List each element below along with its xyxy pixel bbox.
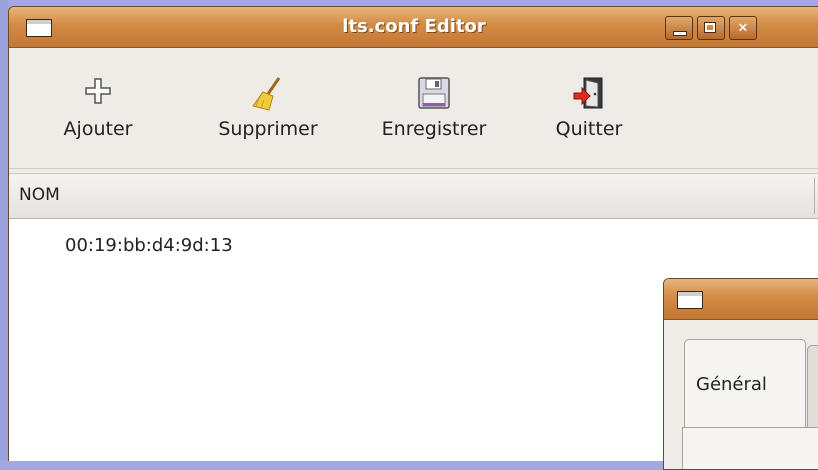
tab-next[interactable] xyxy=(807,345,818,429)
desktop-background xyxy=(0,0,8,460)
quit-label: Quitter xyxy=(555,118,623,140)
add-label: Ajouter xyxy=(63,118,133,140)
close-button[interactable]: × xyxy=(729,16,757,40)
floppy-disk-icon xyxy=(418,77,450,109)
tab-general[interactable]: Général xyxy=(684,339,806,429)
tab-panel xyxy=(682,427,818,469)
dialog-titlebar[interactable] xyxy=(664,279,818,320)
delete-label: Supprimer xyxy=(218,118,318,140)
minimize-button[interactable] xyxy=(665,16,693,40)
save-button[interactable]: Enregistrer xyxy=(359,48,509,168)
dialog-window: Général xyxy=(663,278,818,470)
maximize-icon xyxy=(704,22,716,33)
toolbar: Ajouter Supprimer Enregistrer Quitter xyxy=(9,48,818,169)
list-item[interactable]: 00:19:bb:d4:9d:13 xyxy=(65,235,233,256)
window-titlebar[interactable]: lts.conf Editor × xyxy=(9,7,818,48)
add-button[interactable]: Ajouter xyxy=(43,48,153,168)
close-icon: × xyxy=(737,20,749,36)
exit-door-icon xyxy=(573,77,603,109)
save-label: Enregistrer xyxy=(381,118,487,140)
add-icon xyxy=(85,78,111,104)
delete-button[interactable]: Supprimer xyxy=(193,48,343,168)
maximize-button[interactable] xyxy=(697,16,725,40)
dialog-menu-icon[interactable] xyxy=(677,291,703,309)
minimize-icon xyxy=(673,31,687,36)
column-divider[interactable] xyxy=(814,178,815,214)
column-header-nom[interactable]: NOM xyxy=(19,185,60,205)
tab-general-label: Général xyxy=(696,374,767,395)
broom-icon xyxy=(252,77,281,111)
list-header: NOM xyxy=(9,173,818,219)
quit-button[interactable]: Quitter xyxy=(539,48,639,168)
